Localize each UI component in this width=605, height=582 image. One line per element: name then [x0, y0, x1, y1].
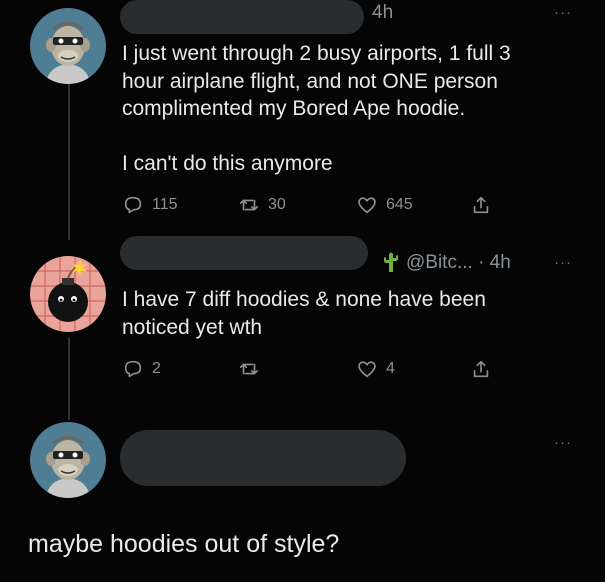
retweet-button[interactable] [238, 356, 268, 382]
bored-ape-avatar-icon [30, 8, 106, 84]
retweet-icon [239, 199, 259, 211]
redacted-username [120, 0, 364, 34]
redacted-username [120, 430, 406, 486]
cactus-icon [384, 252, 398, 272]
more-options-icon[interactable]: ··· [554, 4, 572, 21]
caption: maybe hoodies out of style? [28, 530, 340, 558]
reply-count: 115 [152, 196, 178, 213]
avatar[interactable] [30, 8, 106, 84]
reply-icon [124, 196, 142, 214]
handle-and-timestamp[interactable]: @Bitc... · 4h [406, 252, 511, 274]
thread-connector [68, 82, 70, 240]
reply-button[interactable]: 2 [122, 356, 161, 382]
heart-icon [358, 197, 376, 214]
share-icon [473, 196, 489, 214]
redacted-username [120, 236, 368, 270]
tweet-text: I just went through 2 busy airports, 1 f… [122, 42, 511, 175]
retweet-icon [239, 363, 259, 375]
like-count: 4 [386, 360, 395, 377]
like-count: 645 [386, 196, 413, 213]
bomb-avatar-icon [30, 256, 106, 332]
reply-button[interactable]: 115 [122, 192, 178, 218]
tweet-timestamp[interactable]: 4h [372, 2, 393, 24]
more-options-icon[interactable]: ··· [554, 254, 572, 271]
like-button[interactable]: 645 [356, 192, 413, 218]
like-button[interactable]: 4 [356, 356, 395, 382]
heart-icon [358, 361, 376, 378]
avatar[interactable] [30, 422, 106, 498]
retweet-count: 30 [268, 196, 286, 213]
more-options-icon[interactable]: ··· [554, 434, 572, 451]
reply-count: 2 [152, 360, 161, 377]
tweet-text: I have 7 diff hoodies & none have been n… [122, 288, 486, 339]
bored-ape-avatar-icon [30, 422, 106, 498]
share-icon [473, 360, 489, 378]
share-button[interactable] [470, 356, 492, 382]
reply-icon [124, 360, 142, 378]
retweet-button[interactable]: 30 [238, 192, 286, 218]
avatar[interactable] [30, 256, 106, 332]
share-button[interactable] [470, 192, 492, 218]
thread-connector [68, 338, 70, 420]
